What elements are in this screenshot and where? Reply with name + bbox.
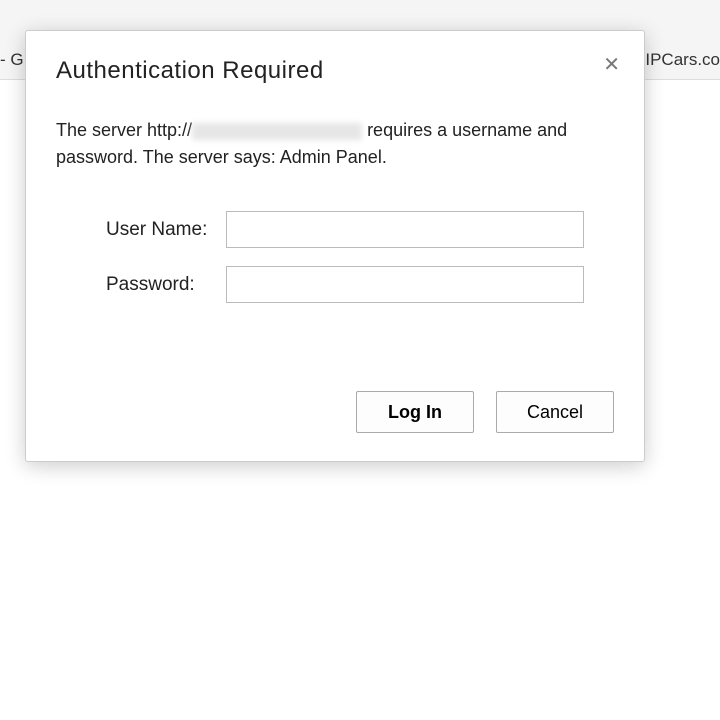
password-label: Password:	[56, 274, 226, 296]
dialog-title: Authentication Required	[56, 57, 324, 85]
toolbar-text-left: - G	[0, 50, 24, 70]
password-row: Password:	[56, 266, 614, 303]
cancel-button[interactable]: Cancel	[496, 391, 614, 433]
login-button[interactable]: Log In	[356, 391, 474, 433]
redacted-hostname	[192, 123, 362, 140]
close-icon[interactable]: ✕	[601, 53, 622, 77]
username-label: User Name:	[56, 219, 226, 241]
form-area: User Name: Password:	[26, 181, 644, 341]
password-input[interactable]	[226, 266, 584, 303]
username-row: User Name:	[56, 211, 614, 248]
username-input[interactable]	[226, 211, 584, 248]
toolbar-text-right: IPCars.co	[645, 50, 720, 70]
dialog-header: Authentication Required ✕	[26, 31, 644, 85]
auth-dialog: Authentication Required ✕ The server htt…	[25, 30, 645, 462]
message-prefix: The server http://	[56, 120, 192, 140]
dialog-message: The server http:// requires a username a…	[26, 85, 644, 181]
dialog-buttons: Log In Cancel	[26, 341, 644, 461]
